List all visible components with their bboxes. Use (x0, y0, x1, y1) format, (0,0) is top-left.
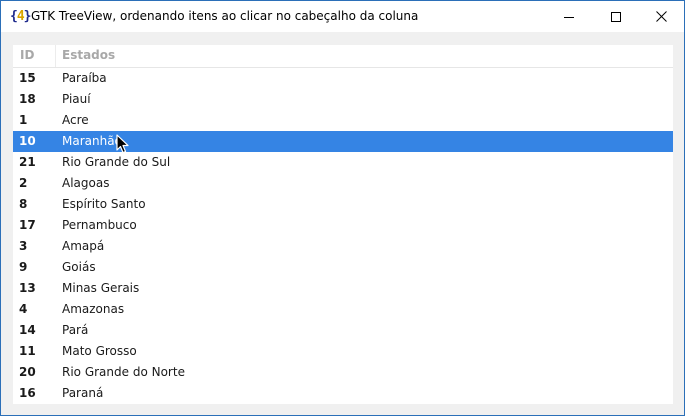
table-row[interactable]: 20 Rio Grande do Norte (13, 362, 673, 383)
cell-estado: Minas Gerais (62, 281, 140, 295)
table-row[interactable]: 11 Mato Grosso (13, 341, 673, 362)
table-row[interactable]: 3 Amapá (13, 236, 673, 257)
cell-id: 2 (19, 176, 28, 190)
cell-estado: Espírito Santo (62, 197, 146, 211)
app-logo-brace-close: } (23, 9, 32, 24)
table-row[interactable]: 8 Espírito Santo (13, 194, 673, 215)
table-row[interactable]: 1 Acre (13, 110, 673, 131)
tree-rows: 15 Paraíba 18 Piauí 1 Acre 10 Maranhão 21 Rio Gra… (13, 68, 673, 404)
cell-estado: Maranhão (62, 134, 122, 148)
cell-estado: Paraná (62, 386, 104, 400)
close-icon (655, 11, 667, 22)
column-header-id[interactable]: ID (20, 48, 34, 62)
cell-estado: Piauí (62, 92, 91, 106)
cell-id: 16 (19, 386, 36, 400)
cell-estado: Goiás (62, 260, 96, 274)
minimize-button[interactable] (546, 1, 592, 32)
cell-id: 15 (19, 71, 36, 85)
cell-id: 3 (19, 239, 28, 253)
column-header-row: ID Estados (13, 45, 673, 68)
table-row[interactable]: 17 Pernambuco (13, 215, 673, 236)
cell-estado: Rio Grande do Sul (62, 155, 171, 169)
cell-estado: Acre (62, 113, 89, 127)
cell-id: 13 (19, 281, 36, 295)
mouse-pointer-icon (116, 134, 129, 154)
cell-estado: Pernambuco (62, 218, 137, 232)
tree-view[interactable]: ID Estados 15 Paraíba 18 Piauí 1 Acre 10 Maranh… (13, 45, 673, 404)
table-row[interactable]: 13 Minas Gerais (13, 278, 673, 299)
cell-id: 10 (19, 134, 36, 148)
table-row[interactable]: 9 Goiás (13, 257, 673, 278)
column-header-estados[interactable]: Estados (62, 48, 115, 62)
cell-estado: Paraíba (62, 71, 107, 85)
cell-id: 1 (19, 113, 28, 127)
table-row[interactable]: 10 Maranhão (13, 131, 673, 152)
close-button[interactable] (638, 1, 684, 32)
maximize-icon (611, 11, 621, 22)
table-row[interactable]: 15 Paraíba (13, 68, 673, 89)
cell-id: 14 (19, 323, 36, 337)
cell-id: 20 (19, 365, 36, 379)
table-row[interactable]: 2 Alagoas (13, 173, 673, 194)
cell-id: 4 (19, 302, 28, 316)
cell-estado: Mato Grosso (62, 344, 137, 358)
title-bar[interactable]: {4} GTK TreeView, ordenando itens ao cli… (1, 1, 684, 32)
minimize-icon (564, 16, 574, 18)
cell-id: 18 (19, 92, 36, 106)
table-row[interactable]: 14 Pará (13, 320, 673, 341)
app-logo-brace-open: { (10, 9, 18, 24)
cell-id: 8 (19, 197, 28, 211)
table-row[interactable]: 16 Paraná (13, 383, 673, 404)
app-logo-icon: {4} (10, 8, 31, 25)
table-row[interactable]: 18 Piauí (13, 89, 673, 110)
cell-id: 17 (19, 218, 36, 232)
cell-id: 11 (19, 344, 36, 358)
app-logo-number: 4 (16, 9, 25, 24)
cell-id: 9 (19, 260, 28, 274)
window-title: GTK TreeView, ordenando itens ao clicar … (31, 9, 419, 23)
app-window: {4} GTK TreeView, ordenando itens ao cli… (0, 0, 685, 416)
table-row[interactable]: 4 Amazonas (13, 299, 673, 320)
cell-estado: Pará (62, 323, 89, 337)
cell-estado: Alagoas (62, 176, 110, 190)
cell-estado: Rio Grande do Norte (62, 365, 185, 379)
cell-id: 21 (19, 155, 36, 169)
cell-estado: Amapá (62, 239, 105, 253)
table-row[interactable]: 21 Rio Grande do Sul (13, 152, 673, 173)
cell-estado: Amazonas (62, 302, 125, 316)
maximize-button[interactable] (593, 1, 639, 32)
column-separator (55, 45, 56, 67)
